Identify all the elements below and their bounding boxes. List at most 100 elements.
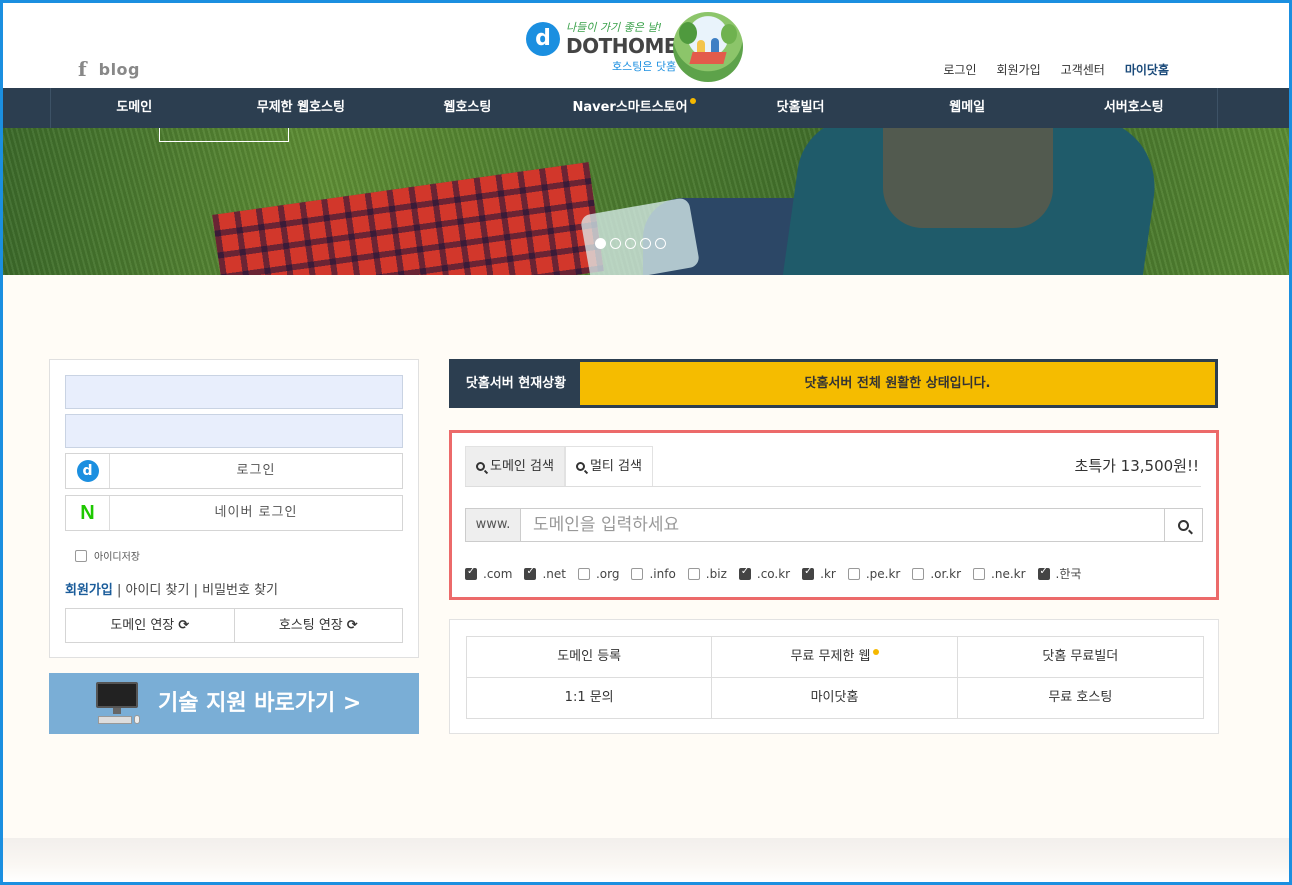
quick-link-one-to-one[interactable]: 1:1 문의 [467, 678, 713, 719]
login-button[interactable]: d 로그인 [65, 453, 403, 489]
quick-link-free-hosting[interactable]: 무료 호스팅 [958, 678, 1203, 719]
tld-option[interactable]: .org [577, 565, 620, 582]
slide-indicators [595, 238, 666, 249]
tld-checkbox[interactable] [973, 567, 986, 580]
tld-label: .net [542, 566, 566, 581]
tab-multi-search[interactable]: 멀티 검색 [564, 446, 653, 486]
naver-icon: N [80, 501, 95, 524]
tld-label: .한국 [1055, 567, 1082, 581]
tld-option[interactable]: .com [465, 565, 512, 582]
slide-dot[interactable] [625, 238, 636, 249]
top-join-link[interactable]: 회원가입 [996, 61, 1040, 78]
nav-item-web-hosting[interactable]: 웹호스팅 [384, 88, 551, 128]
quick-link-free-builder[interactable]: 닷홈 무료빌더 [957, 637, 1203, 678]
domain-search-input[interactable] [521, 509, 1164, 541]
tld-option[interactable]: .한국 [1037, 565, 1082, 582]
new-dot-icon [872, 649, 879, 655]
refresh-icon: ⟳ [346, 618, 358, 633]
tab-multi-search-label: 멀티 검색 [589, 459, 642, 474]
naver-login-label: 네이버 로그인 [214, 505, 298, 520]
tld-checkbox[interactable] [738, 566, 751, 580]
slide-dot[interactable] [595, 238, 606, 249]
tld-option[interactable]: .ne.kr [973, 565, 1026, 582]
hero-cta-button[interactable] [159, 128, 289, 142]
tld-label: .org [595, 566, 620, 581]
naver-login-button[interactable]: N 네이버 로그인 [65, 495, 403, 531]
tab-domain-search[interactable]: 도메인 검색 [465, 446, 565, 486]
shirt-image [883, 128, 1053, 228]
slide-dot[interactable] [655, 238, 666, 249]
tld-option[interactable]: .net [524, 565, 566, 582]
save-id-checkbox[interactable] [75, 549, 87, 562]
join-link[interactable]: 회원가입 [65, 583, 113, 598]
slide-dot[interactable] [640, 238, 651, 249]
login-button-label: 로그인 [236, 463, 276, 478]
tld-checkbox[interactable] [465, 566, 477, 580]
tld-checkbox[interactable] [687, 567, 700, 580]
hosting-renew-label: 호스팅 연장 [278, 618, 343, 633]
promo-price: 초특가 13,500원!! [1074, 457, 1199, 475]
quick-link-free-unlimited-web[interactable]: 무료 무제한 웹 [712, 637, 958, 678]
find-password-link[interactable]: 비밀번호 찾기 [202, 583, 278, 598]
tech-support-label: 기술 지원 바로가기 > [158, 691, 362, 716]
new-dot-icon [689, 98, 696, 104]
renew-buttons: 도메인 연장 ⟳ 호스팅 연장 ⟳ [65, 608, 403, 643]
tld-option[interactable]: .pe.kr [847, 565, 901, 582]
top-mydothome-link[interactable]: 마이닷홈 [1125, 61, 1169, 78]
top-support-link[interactable]: 고객센터 [1061, 61, 1105, 78]
quick-link-domain-register[interactable]: 도메인 등록 [467, 637, 713, 678]
nav-item-naver-label: Naver스마트스토어 [572, 100, 688, 115]
user-id-input[interactable] [65, 375, 403, 409]
find-id-link[interactable]: 아이디 찾기 [126, 583, 190, 598]
domain-renew-button[interactable]: 도메인 연장 ⟳ [65, 608, 235, 643]
tld-checkbox[interactable] [524, 566, 537, 580]
tld-checkbox[interactable] [802, 566, 815, 580]
hosting-renew-button[interactable]: 호스팅 연장 ⟳ [234, 608, 403, 643]
tld-option[interactable]: .kr [802, 565, 836, 582]
site-logo[interactable]: d 나들이 가기 좋은 날! DOTHOME 호스팅은 닷홈 [526, 12, 746, 84]
tld-label: .info [649, 566, 676, 581]
search-icon [1178, 519, 1189, 531]
nav-item-unlimited-hosting[interactable]: 무제한 웹호스팅 [218, 88, 385, 128]
login-panel: d 로그인 N 네이버 로그인 아이디저장 회원가입 | 아이디 찾기 | 비밀… [49, 359, 419, 658]
logo-name: DOTHOME [566, 34, 678, 58]
domain-search-button[interactable] [1164, 509, 1202, 541]
domain-renew-label: 도메인 연장 [110, 618, 175, 633]
tld-checkbox[interactable] [847, 567, 860, 580]
nav-item-webmail[interactable]: 웹메일 [884, 88, 1051, 128]
tld-option[interactable]: .biz [687, 565, 727, 582]
hero-banner[interactable] [3, 128, 1289, 275]
tld-checkbox[interactable] [631, 567, 644, 580]
save-id-option[interactable]: 아이디저장 [75, 548, 140, 563]
blog-link[interactable]: blog [99, 60, 140, 79]
nav-item-server-hosting[interactable]: 서버호스팅 [1050, 88, 1217, 128]
top-links: 로그인 회원가입 고객센터 마이닷홈 [943, 61, 1169, 78]
tld-checkbox[interactable] [912, 567, 925, 580]
save-id-label: 아이디저장 [94, 552, 140, 563]
logo-slogan: 나들이 가기 좋은 날! [566, 21, 662, 34]
search-icon [476, 462, 485, 471]
top-login-link[interactable]: 로그인 [943, 61, 976, 78]
tld-label: .pe.kr [865, 566, 901, 581]
tld-options: .com .net .org .info .biz .co.kr .kr .pe… [465, 565, 1081, 582]
quick-links-panel: 도메인 등록 무료 무제한 웹 닷홈 무료빌더 1:1 문의 마이닷홈 무료 호… [449, 619, 1219, 734]
nav-item-domain[interactable]: 도메인 [51, 88, 218, 128]
tld-option[interactable]: .info [631, 565, 676, 582]
social-links: f blog [78, 57, 140, 81]
tech-support-banner[interactable]: 기술 지원 바로가기 > [49, 673, 419, 734]
password-input[interactable] [65, 414, 403, 448]
server-status-bar: 닷홈서버 현재상황 닷홈서버 전체 원활한 상태입니다. [449, 359, 1218, 408]
quick-link-mydothome[interactable]: 마이닷홈 [712, 678, 958, 719]
tabs-divider [465, 486, 1201, 487]
tld-checkbox[interactable] [577, 567, 590, 580]
tld-option[interactable]: .co.kr [738, 565, 790, 582]
facebook-icon[interactable]: f [78, 57, 87, 81]
nav-item-builder[interactable]: 닷홈빌더 [717, 88, 884, 128]
computer-icon [94, 682, 140, 728]
tld-checkbox[interactable] [1037, 566, 1050, 580]
tld-label: .biz [705, 566, 727, 581]
tld-label: .com [483, 566, 513, 581]
nav-item-naver-smartstore[interactable]: Naver스마트스토어 [551, 88, 718, 128]
slide-dot[interactable] [610, 238, 621, 249]
tld-option[interactable]: .or.kr [912, 565, 961, 582]
